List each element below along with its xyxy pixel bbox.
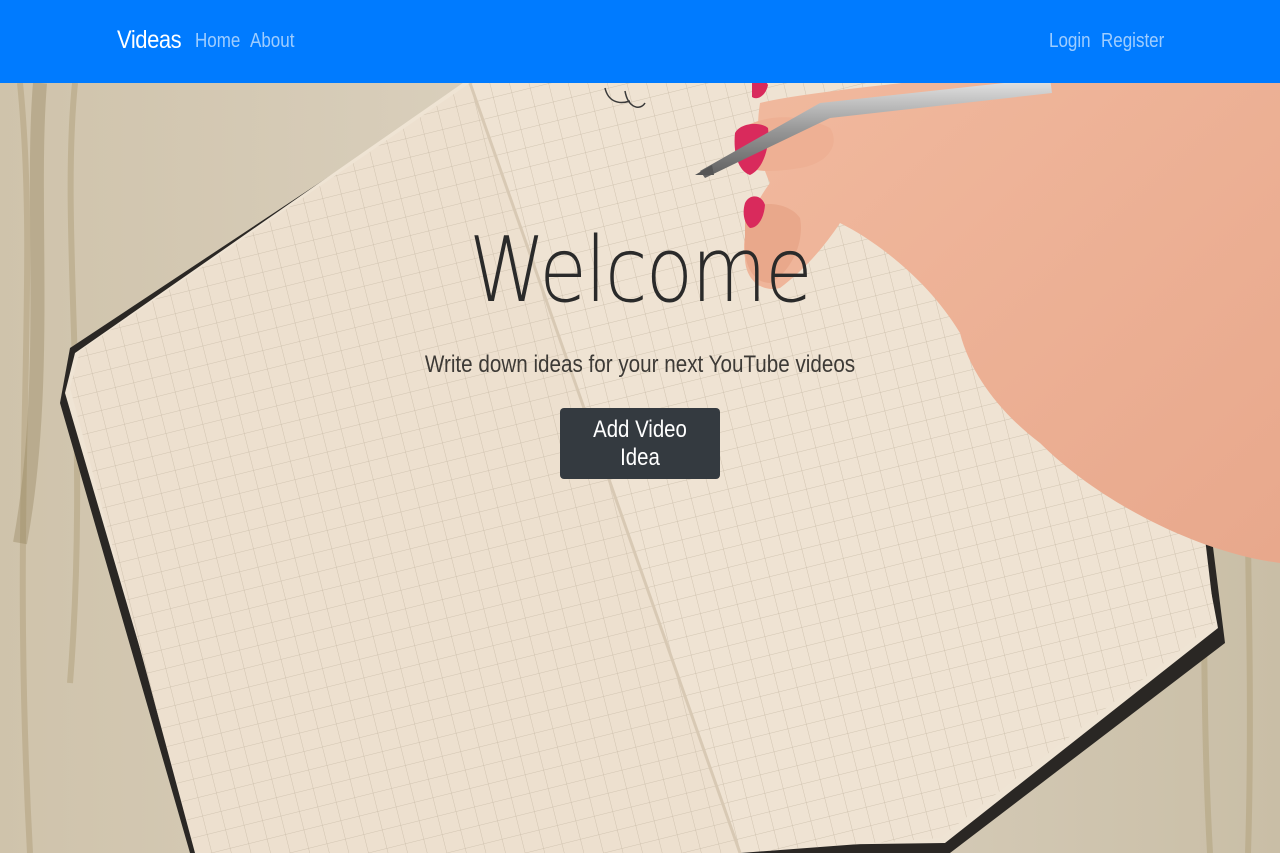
nav-home-link[interactable]: Home (195, 30, 240, 53)
nav-about-link[interactable]: About (250, 30, 294, 53)
navbar: Videas Home About Login Register (0, 0, 1280, 83)
hero-section: Welcome Write down ideas for your next Y… (0, 83, 1280, 853)
hero-subtitle: Write down ideas for your next YouTube v… (424, 351, 856, 378)
page: Videas Home About Login Register Welcome… (0, 0, 1280, 853)
hero-title: Welcome (468, 218, 813, 323)
brand-link[interactable]: Videas (117, 26, 182, 55)
nav-login-link[interactable]: Login (1049, 30, 1091, 53)
add-video-idea-label: Add Video Idea (593, 415, 687, 471)
nav-register-link[interactable]: Register (1101, 30, 1164, 53)
add-video-idea-button[interactable]: Add Video Idea (560, 408, 720, 479)
